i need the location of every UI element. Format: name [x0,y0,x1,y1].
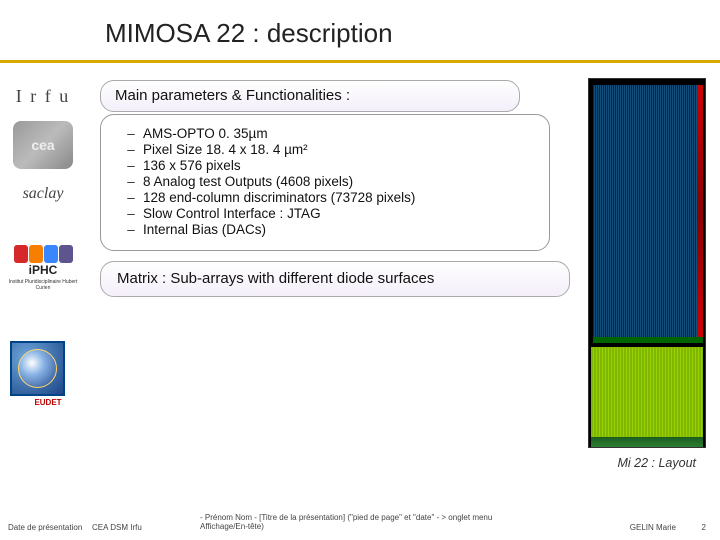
bullet-dash: – [119,158,143,173]
bullet-dash: – [119,206,143,221]
chip-right-rail [697,85,703,337]
logo-saclay: saclay [8,183,78,205]
bullet-dash: – [119,142,143,157]
param-text: 128 end-column discriminators (73728 pix… [143,190,415,205]
footer-page: 2 [702,523,706,532]
matrix-label: Matrix : Sub-arrays with different diode… [117,270,434,287]
footer-date: Date de présentation [8,523,82,532]
layout-caption: Mi 22 : Layout [617,456,696,470]
chip-bottom-stripe [591,437,703,447]
eudet-caption: EUDET [8,398,88,407]
bullet-dash: – [119,174,143,189]
list-item: –Internal Bias (DACs) [119,222,531,237]
bullet-dash: – [119,190,143,205]
chip-bottom-region [591,347,703,441]
params-header: Main parameters & Functionalities : [115,87,350,104]
iphc-icon [14,245,73,263]
list-item: –Slow Control Interface : JTAG [119,206,531,221]
logo-iphc: iPHC Institut Pluridisciplinaire Hubert … [8,245,78,291]
logo-cea: cea [8,121,78,169]
footer-author: GELIN Marie [630,523,676,532]
list-item: –8 Analog test Outputs (4608 pixels) [119,174,531,189]
param-text: 8 Analog test Outputs (4608 pixels) [143,174,353,189]
list-item: –128 end-column discriminators (73728 pi… [119,190,531,205]
matrix-box: Matrix : Sub-arrays with different diode… [100,261,570,297]
title-underline [0,60,720,63]
slide: MIMOSA 22 : description I r f u cea sacl… [0,0,720,540]
logo-eudet [10,341,65,396]
param-text: Internal Bias (DACs) [143,222,266,237]
param-text: Slow Control Interface : JTAG [143,206,321,221]
params-header-box: Main parameters & Functionalities : [100,80,520,112]
footer-org: CEA DSM Irfu [92,523,142,532]
param-text: Pixel Size 18. 4 x 18. 4 µm² [143,142,308,157]
bullet-dash: – [119,126,143,141]
logo-irfu: I r f u [8,85,78,107]
param-text: 136 x 576 pixels [143,158,241,173]
footer-mid: - Prénom Nom - [Titre de la présentation… [200,513,530,532]
slide-title: MIMOSA 22 : description [95,18,710,49]
param-text: AMS-OPTO 0. 35µm [143,126,268,141]
globe-icon [18,349,57,388]
bullet-dash: – [119,222,143,237]
list-item: –136 x 576 pixels [119,158,531,173]
logo-cea-badge: cea [13,121,73,169]
logo-sidebar: I r f u cea saclay iPHC Institut Pluridi… [8,85,88,407]
iphc-subtext: Institut Pluridisciplinaire Hubert Curie… [8,279,78,291]
chip-divider [593,337,703,343]
logo-eudet-wrap: EUDET [8,341,88,407]
chip-layout-image [588,78,706,448]
params-list-box: –AMS-OPTO 0. 35µm –Pixel Size 18. 4 x 18… [100,114,550,251]
list-item: –AMS-OPTO 0. 35µm [119,126,531,141]
chip-matrix-region [593,85,701,337]
list-item: –Pixel Size 18. 4 x 18. 4 µm² [119,142,531,157]
iphc-text: iPHC [29,263,58,277]
